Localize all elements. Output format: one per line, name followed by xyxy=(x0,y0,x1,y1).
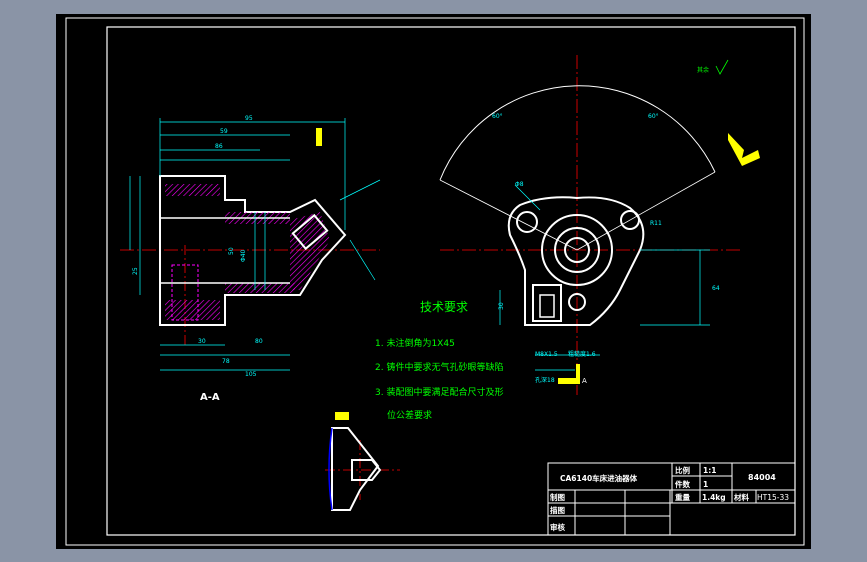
tb-part-name: CA6140车床进油器体 xyxy=(560,473,638,483)
dim-30-right: 30 xyxy=(498,302,505,310)
tb-material-label: 材料 xyxy=(734,492,749,502)
tech-note-1: 1. 未注倒角为1X45 xyxy=(375,337,455,349)
dim-phi8: Φ8 xyxy=(515,181,524,188)
dim-59: 59 xyxy=(220,128,228,135)
tech-title: 技术要求 xyxy=(420,300,468,314)
view-label-a: A xyxy=(582,377,587,385)
tb-qty-label: 件数 xyxy=(675,479,690,489)
dim-phi40: Φ40 xyxy=(240,249,247,262)
yellow-marker-detail xyxy=(335,412,349,420)
dim-30: 30 xyxy=(198,338,206,345)
tb-scale-value: 1:1 xyxy=(703,466,716,475)
cad-drawing-canvas: 95 59 86 30 80 78 105 50 Φ40 25 A-A 60° … xyxy=(0,0,867,562)
dim-80: 80 xyxy=(255,338,263,345)
surface-note-m8: M8X1.5 xyxy=(535,351,558,358)
tech-note-2: 2. 铸件中要求无气孔砂眼等缺陷 xyxy=(375,361,503,373)
tb-weight-value: 1.4kg xyxy=(702,493,726,502)
tb-scale-label: 比例 xyxy=(675,465,690,475)
yellow-marker-top xyxy=(316,128,322,146)
dim-105: 105 xyxy=(245,371,257,378)
roughness-note: 其余 xyxy=(697,66,709,74)
dim-64: 64 xyxy=(712,285,720,292)
tb-qty-value: 1 xyxy=(703,480,708,489)
dim-78: 78 xyxy=(222,358,230,365)
tb-drawn-label-2: 描图 xyxy=(550,505,565,515)
dim-95: 95 xyxy=(245,115,253,122)
surface-note-roughness: 粗糙度1.6 xyxy=(568,350,596,358)
tb-weight-label: 重量 xyxy=(675,492,690,502)
hatch-top xyxy=(165,184,220,196)
hatch-low-left xyxy=(165,300,220,320)
dim-25: 25 xyxy=(132,267,139,275)
hatch-bottom xyxy=(225,283,295,293)
dim-r11: R11 xyxy=(650,220,662,227)
tb-check-label: 审核 xyxy=(550,522,565,532)
dim-angle-60b: 60° xyxy=(648,113,659,120)
dim-angle-60: 60° xyxy=(492,113,503,120)
drawing-sheet xyxy=(56,14,811,549)
tb-drawing-no: 84004 xyxy=(748,473,776,482)
section-label: A-A xyxy=(200,392,220,403)
tech-note-3: 3. 装配图中要满足配合尺寸及形 xyxy=(375,386,503,398)
surface-note-depth: 孔深18 xyxy=(535,376,555,384)
tech-note-4: 位公差要求 xyxy=(387,409,432,421)
tb-material-value: HT15-33 xyxy=(757,493,789,502)
tb-drawn-label: 制图 xyxy=(550,492,565,502)
dim-50: 50 xyxy=(228,247,235,255)
dim-86: 86 xyxy=(215,143,223,150)
